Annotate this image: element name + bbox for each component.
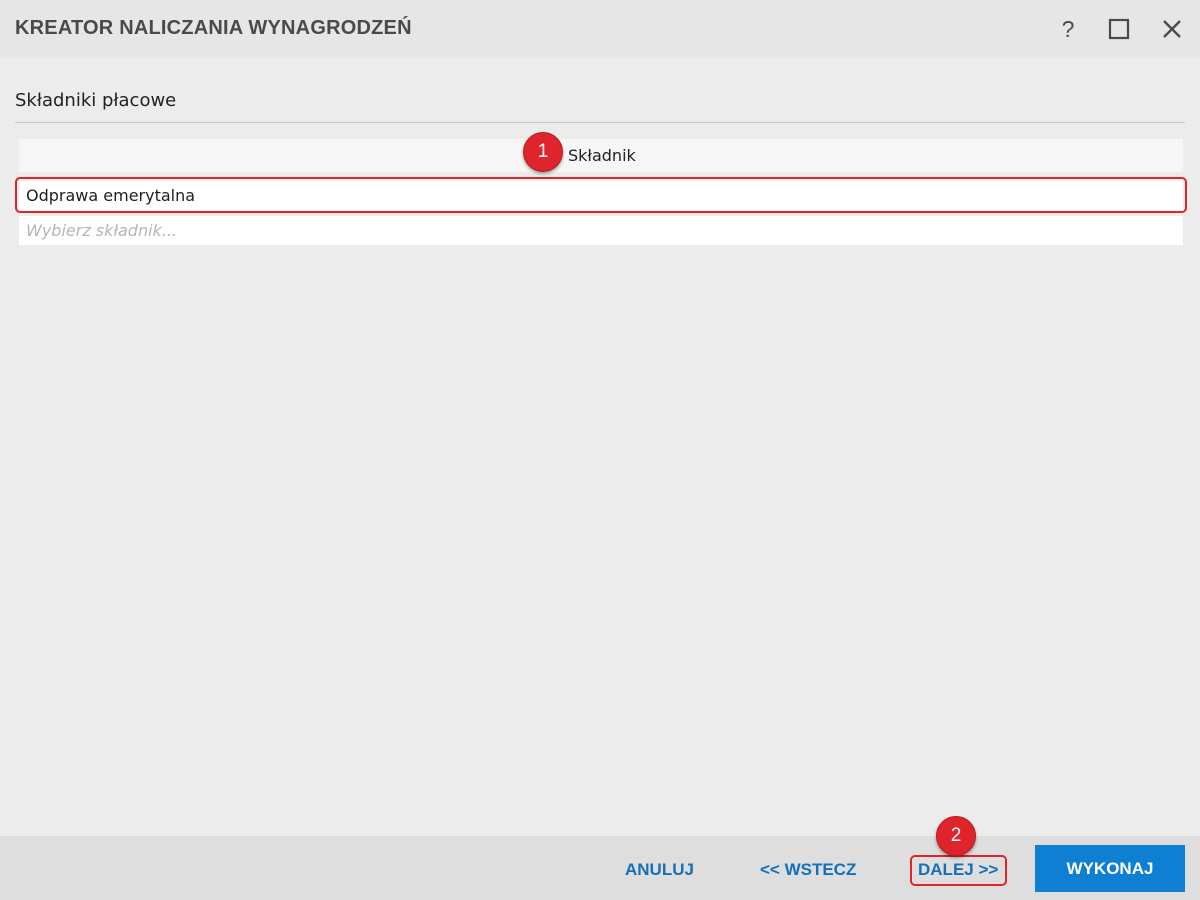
footer-bar: ANULUJ << WSTECZ DALEJ >> bbox=[0, 836, 1200, 900]
next-button[interactable]: DALEJ >> bbox=[918, 860, 998, 880]
column-header-label: Składnik bbox=[568, 146, 636, 165]
window-title: KREATOR NALICZANIA WYNAGRODZEŃ bbox=[15, 17, 412, 39]
maximize-icon bbox=[1108, 18, 1130, 40]
cancel-button[interactable]: ANULUJ bbox=[625, 860, 694, 880]
section-divider bbox=[15, 122, 1185, 123]
execute-button[interactable]: WYKONAJ bbox=[1035, 845, 1185, 892]
back-button[interactable]: << WSTECZ bbox=[760, 860, 856, 880]
help-icon: ? bbox=[1061, 16, 1075, 42]
close-icon bbox=[1163, 20, 1181, 38]
column-header-skladnik[interactable]: Składnik bbox=[19, 139, 1183, 172]
annotation-marker-2: 2 bbox=[936, 816, 976, 856]
row-value: Odprawa emerytalna bbox=[26, 186, 196, 205]
help-button[interactable]: ? bbox=[1053, 14, 1083, 44]
close-button[interactable] bbox=[1157, 14, 1187, 44]
section-title: Składniki płacowe bbox=[15, 90, 177, 111]
title-bar: KREATOR NALICZANIA WYNAGRODZEŃ ? bbox=[0, 0, 1200, 58]
table-row[interactable]: Odprawa emerytalna bbox=[19, 181, 1183, 211]
maximize-button[interactable] bbox=[1104, 14, 1134, 44]
payroll-wizard-window: KREATOR NALICZANIA WYNAGRODZEŃ ? Składni… bbox=[0, 0, 1200, 900]
new-row-input[interactable]: Wybierz składnik... bbox=[19, 216, 1183, 245]
annotation-marker-1: 1 bbox=[523, 132, 563, 172]
new-row-placeholder: Wybierz składnik... bbox=[26, 221, 178, 240]
